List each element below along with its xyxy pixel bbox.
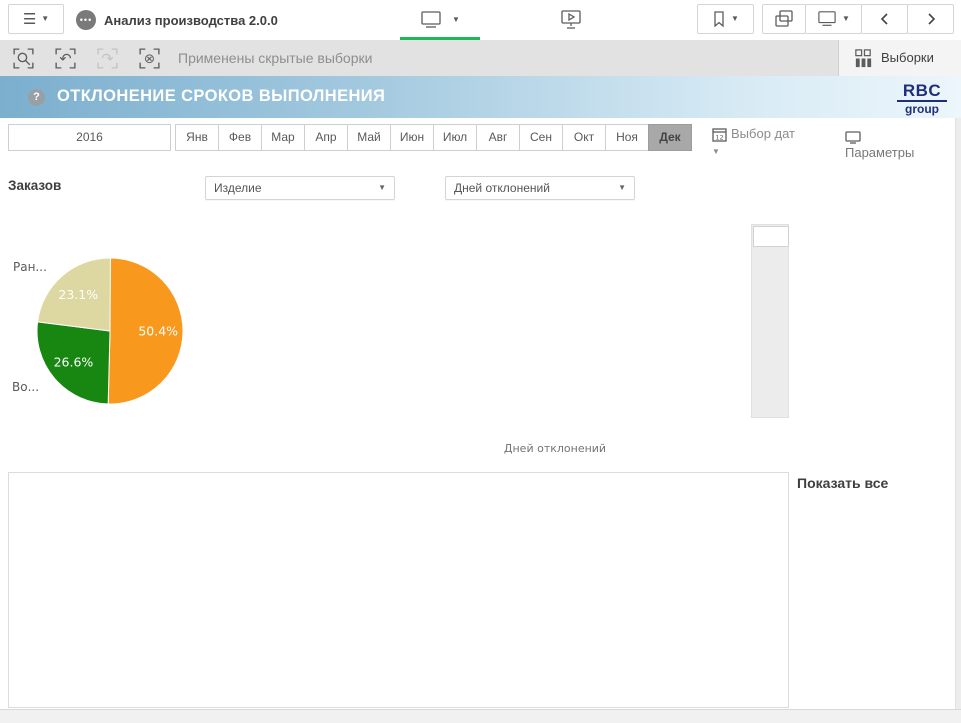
pie-slice-percent: 50.4%	[138, 324, 178, 339]
prev-sheet-button[interactable]	[861, 4, 908, 34]
month-button-Ноя[interactable]: Ноя	[605, 124, 649, 151]
orders-area-chart[interactable]	[8, 472, 789, 708]
undo-glyph: ↶	[59, 51, 71, 68]
measure-dropdown-value: Дней отклонений	[454, 181, 550, 195]
month-button-Сен[interactable]: Сен	[519, 124, 563, 151]
section-title: Заказов	[8, 178, 61, 193]
footer-strip	[0, 709, 961, 723]
month-button-Мар[interactable]: Мар	[261, 124, 305, 151]
page-scrollbar[interactable]	[955, 118, 961, 709]
app-icon-dots: •••	[80, 15, 92, 25]
chevron-down-icon: ▼	[41, 15, 49, 23]
month-button-Дек[interactable]: Дек	[648, 124, 692, 151]
month-button-Фев[interactable]: Фев	[218, 124, 262, 151]
logo-text-bottom: group	[897, 103, 947, 115]
rbc-group-logo: RBC group	[897, 82, 947, 115]
parameters-button[interactable]: Параметры	[845, 130, 914, 160]
deviation-bar-chart[interactable]: Дней отклонений	[195, 216, 795, 468]
undo-icon[interactable]: ↶	[53, 46, 78, 71]
page-title: ОТКЛОНЕНИЕ СРОКОВ ВЫПОЛНЕНИЯ	[57, 87, 385, 106]
pie-slice-percent: 23.1%	[58, 287, 98, 302]
measure-dropdown[interactable]: Дней отклонений ▼	[445, 176, 635, 200]
month-button-Июл[interactable]: Июл	[433, 124, 477, 151]
chevron-right-icon	[925, 12, 937, 26]
month-button-Апр[interactable]: Апр	[304, 124, 348, 151]
storytelling-icon[interactable]	[560, 9, 582, 31]
chevron-down-icon: ▼	[378, 184, 386, 192]
year-filter[interactable]: 2016	[8, 124, 171, 151]
duplicate-icon	[774, 9, 794, 29]
area-range-slider[interactable]	[89, 675, 786, 705]
bar-chart-scrollbar[interactable]	[751, 224, 789, 418]
chevron-down-icon: ▼	[712, 147, 720, 156]
sheet-list-button[interactable]: ▼	[805, 4, 862, 34]
sheet-title-bar: ? ОТКЛОНЕНИЕ СРОКОВ ВЫПОЛНЕНИЯ RBC group	[0, 76, 961, 118]
app-title: Анализ производства 2.0.0	[104, 13, 278, 28]
selection-bar: ↶ ↷ ⊗ Применены скрытые выборки Выборки	[0, 40, 961, 76]
month-button-Май[interactable]: Май	[347, 124, 391, 151]
date-select-label: Выбор дат	[731, 126, 795, 141]
pie-callout-early: Ран...	[13, 260, 47, 274]
logo-text-top: RBC	[897, 82, 947, 102]
bookmark-icon	[712, 11, 726, 27]
calendar-icon: 12	[712, 127, 727, 142]
smart-search-icon[interactable]	[11, 46, 36, 71]
month-button-Авг[interactable]: Авг	[476, 124, 520, 151]
sheet-icon	[817, 10, 837, 28]
chevron-left-icon	[879, 12, 891, 26]
sheet-chevron-down-icon[interactable]: ▼	[452, 16, 460, 24]
month-buttons: ЯнвФевМарАпрМайИюнИюлАвгСенОктНояДек	[176, 124, 692, 151]
selections-tool-button[interactable]: Выборки	[838, 40, 961, 76]
month-button-Янв[interactable]: Янв	[175, 124, 219, 151]
redo-glyph: ↷	[101, 51, 113, 68]
chevron-down-icon: ▼	[842, 15, 850, 23]
redo-icon-disabled: ↷	[95, 46, 120, 71]
dimension-dropdown-value: Изделие	[214, 181, 262, 195]
hamburger-icon: ☰	[23, 12, 36, 27]
parameters-icon	[845, 130, 862, 145]
help-icon[interactable]: ?	[28, 89, 45, 106]
clear-glyph: ⊗	[144, 51, 155, 67]
orders-pie-chart[interactable]: 50.4% 26.6% 23.1% Ран... Во...	[10, 238, 205, 418]
pie-callout-ontime: Во...	[12, 380, 39, 394]
selection-message: Применены скрытые выборки	[178, 40, 372, 76]
duplicate-sheet-button[interactable]	[762, 4, 806, 34]
dimension-dropdown[interactable]: Изделие ▼	[205, 176, 395, 200]
bar-x-axis-title: Дней отклонений	[495, 442, 615, 455]
app-icon: •••	[76, 10, 96, 30]
selections-grid-icon	[853, 48, 874, 69]
clear-selections-icon[interactable]: ⊗	[137, 46, 162, 71]
nav-menu-button[interactable]: ☰ ▼	[8, 4, 64, 34]
chevron-down-icon: ▼	[731, 15, 739, 23]
parameters-label: Параметры	[845, 145, 914, 160]
deviation-bar-plot	[195, 216, 795, 468]
top-toolbar: ☰ ▼ ••• Анализ производства 2.0.0 ▼ ▼ ▼	[0, 0, 961, 41]
next-sheet-button[interactable]	[907, 4, 954, 34]
month-button-Окт[interactable]: Окт	[562, 124, 606, 151]
chevron-down-icon: ▼	[618, 184, 626, 192]
bookmark-button[interactable]: ▼	[697, 4, 754, 34]
show-all-title: Показать все	[797, 475, 888, 491]
calendar-icon-number: 12	[715, 134, 723, 142]
scrollbar-thumb[interactable]	[753, 226, 789, 247]
selections-label: Выборки	[881, 50, 934, 65]
sheet-icon[interactable]	[420, 10, 442, 30]
date-select-button[interactable]: 12 Выбор дат ▼	[712, 126, 804, 158]
pie-slice-percent: 26.6%	[54, 354, 94, 369]
month-button-Июн[interactable]: Июн	[390, 124, 434, 151]
